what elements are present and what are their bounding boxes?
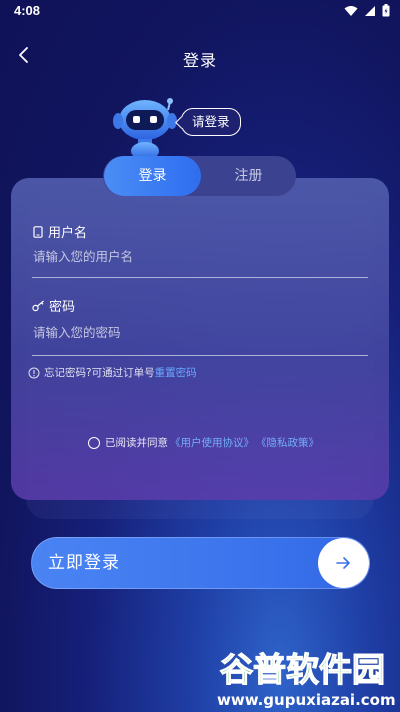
- tab-register[interactable]: 注册: [201, 156, 296, 196]
- status-icons: [344, 4, 390, 17]
- watermark-url: www.gupuxiazai.com: [217, 691, 396, 709]
- username-input[interactable]: [33, 249, 363, 264]
- battery-icon: [382, 4, 390, 17]
- privacy-policy-link[interactable]: 《隐私政策》: [256, 435, 319, 450]
- phone-icon: [33, 225, 43, 238]
- watermark-title: 谷普软件园: [220, 650, 385, 689]
- agreement-row: 已阅读并同意 《用户使用协议》 《隐私政策》: [88, 435, 319, 450]
- agreement-radio[interactable]: [88, 436, 100, 449]
- password-label: 密码: [49, 300, 76, 315]
- user-agreement-link[interactable]: 《用户使用协议》: [170, 435, 254, 450]
- password-divider: [32, 355, 368, 356]
- robot-speech-bubble: 请登录: [181, 108, 241, 136]
- forgot-password-text: 忘记密码?可通过订单号: [44, 367, 155, 379]
- reset-password-link[interactable]: 重置密码: [155, 365, 197, 380]
- forgot-password-row: 忘记密码?可通过订单号 重置密码: [28, 365, 197, 380]
- wifi-icon: [344, 5, 358, 16]
- login-arrow-button[interactable]: [318, 538, 369, 588]
- login-button-label: 立即登录: [48, 553, 120, 573]
- agreement-prefix: 已阅读并同意: [105, 437, 168, 449]
- username-label-row: 用户名: [32, 222, 87, 241]
- username-label: 用户名: [48, 226, 88, 241]
- info-icon: [28, 367, 40, 378]
- password-label-row: 密码: [32, 296, 75, 315]
- status-time: 4:08: [14, 3, 41, 18]
- tab-login[interactable]: 登录: [104, 156, 201, 196]
- signal-icon: [365, 5, 375, 16]
- page-title: 登录: [182, 51, 217, 70]
- arrow-right-icon: [336, 557, 350, 569]
- watermark-logo: 谷普软件园 www.gupuxiazai.com: [214, 645, 398, 711]
- password-input[interactable]: [33, 325, 363, 340]
- key-icon: [32, 300, 44, 311]
- username-divider: [32, 277, 368, 278]
